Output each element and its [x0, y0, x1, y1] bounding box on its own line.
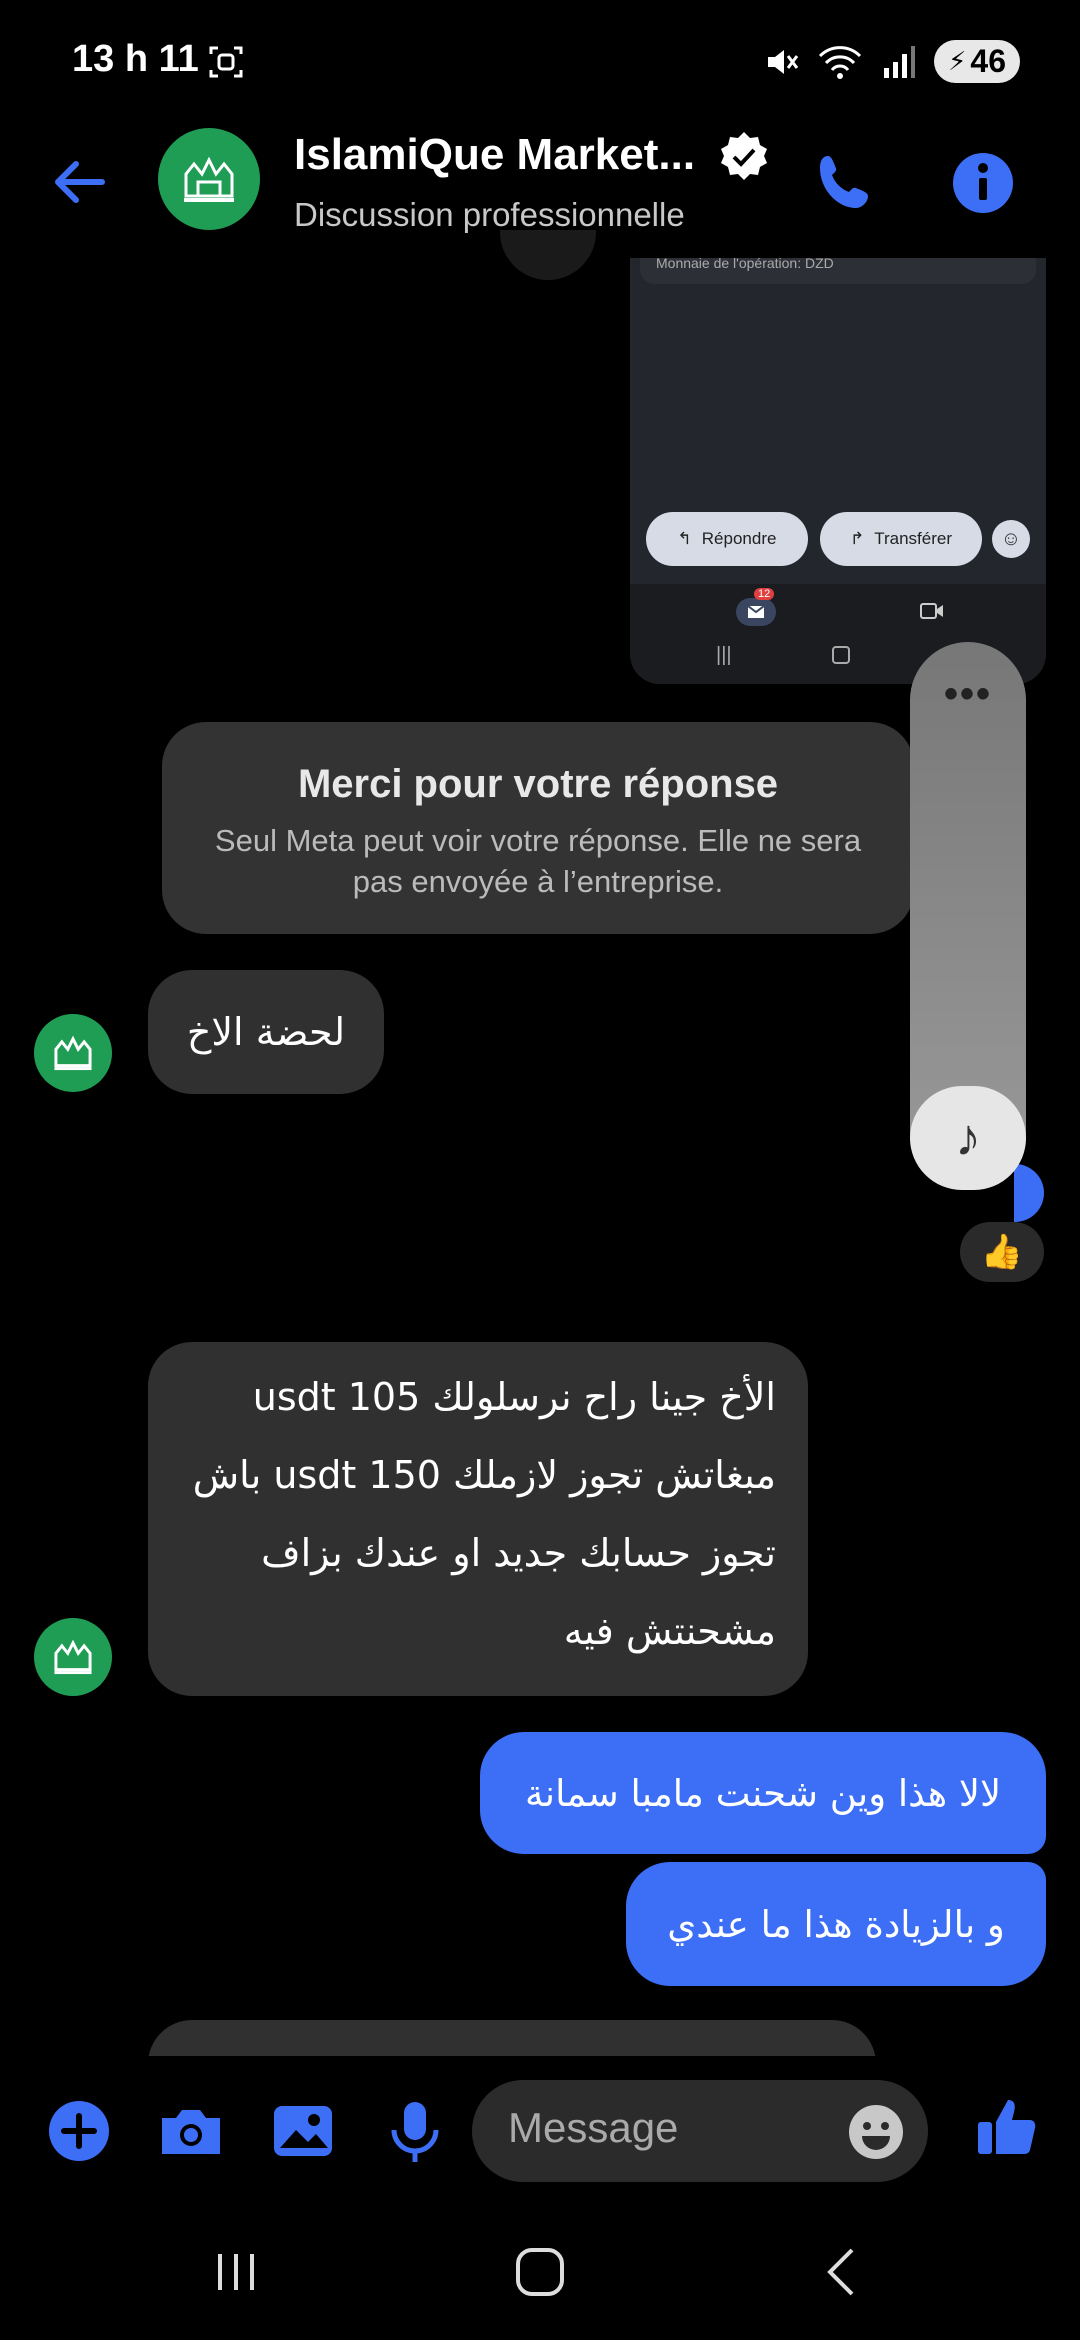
phone-call-icon[interactable] — [810, 148, 880, 218]
battery-indicator: ⚡ 46 — [934, 40, 1020, 83]
message-line: مشحنتش فيه — [563, 1609, 776, 1653]
screenshot-currency-text: Monnaie de l'opération: DZD — [640, 258, 1036, 284]
screenshot-reply-button: ↰ Répondre — [646, 512, 808, 566]
screenshot-forward-label: Transférer — [874, 529, 953, 548]
thumbs-up-reaction[interactable]: 👍 — [960, 1222, 1044, 1282]
gallery-icon[interactable] — [268, 2096, 338, 2166]
verified-badge-icon — [721, 132, 767, 180]
music-note-icon[interactable]: ♪ — [910, 1086, 1026, 1190]
mosque-logo-icon — [54, 1639, 92, 1675]
home-mini-icon — [832, 646, 850, 664]
message-bubble-incoming[interactable]: لحضة الاخ — [148, 970, 384, 1094]
mail-badge: 12 — [754, 588, 775, 600]
partial-image-edge — [500, 230, 596, 280]
screenshot-emoji-icon: ☺ — [992, 520, 1030, 558]
screenshot-forward-button: ↱ Transférer — [820, 512, 982, 566]
message-placeholder: Message — [508, 2104, 679, 2151]
screenshot-icon — [209, 46, 243, 78]
back-nav-icon[interactable] — [814, 2244, 870, 2300]
message-bubble-incoming[interactable]: الأخ جينا راح نرسلولك 105 usdt مبغاتش تج… — [148, 1342, 808, 1696]
screenshot-reply-label: Répondre — [701, 529, 777, 548]
mosque-logo-icon — [54, 1035, 92, 1071]
meta-feedback-card: Merci pour votre réponse Seul Meta peut … — [162, 722, 914, 934]
meta-card-body: Seul Meta peut voir votre réponse. Elle … — [214, 823, 862, 899]
mail-icon — [736, 598, 776, 626]
recent-apps-icon[interactable] — [208, 2244, 264, 2300]
wifi-icon — [819, 45, 862, 79]
mute-icon — [768, 49, 799, 74]
shared-screenshot-image[interactable]: Monnaie de l'opération: DZD ↰ Répondre ↱… — [630, 258, 1046, 684]
mosque-logo-icon — [184, 156, 234, 202]
message-line: مبغاتش تجوز لازملك 150 usdt باش — [192, 1453, 776, 1497]
partial-blue-element — [1014, 1164, 1044, 1222]
sender-avatar[interactable] — [34, 1014, 112, 1092]
more-options-icon[interactable]: ••• — [910, 672, 1026, 717]
message-bubble-outgoing[interactable]: لالا هذا وين شحنت مامبا سمانة — [480, 1732, 1046, 1854]
emoji-icon[interactable] — [848, 2104, 904, 2160]
meta-card-title: Merci pour votre réponse — [297, 762, 779, 806]
business-avatar[interactable] — [158, 128, 260, 230]
conversation-title[interactable]: IslamiQue Market... — [294, 130, 695, 180]
sender-avatar[interactable] — [34, 1618, 112, 1696]
signal-icon — [884, 45, 916, 78]
message-line: تجوز حسابك جديد او عندك بزاف — [261, 1531, 776, 1575]
status-icons: ⚡ 46 — [764, 40, 1020, 83]
recent-apps-mini-icon: ||| — [716, 644, 732, 666]
home-icon[interactable] — [510, 2244, 570, 2300]
video-icon — [920, 603, 943, 619]
microphone-icon[interactable] — [380, 2096, 450, 2166]
forward-icon: ↱ — [849, 529, 865, 548]
plus-icon[interactable] — [44, 2096, 114, 2166]
status-time: 13 h 11 — [72, 38, 199, 80]
conversation-subtitle: Discussion professionnelle — [294, 196, 685, 233]
back-arrow-icon[interactable] — [48, 150, 112, 214]
camera-icon[interactable] — [156, 2096, 226, 2166]
like-icon[interactable] — [972, 2092, 1042, 2162]
reply-icon: ↰ — [677, 529, 692, 548]
info-icon[interactable] — [948, 148, 1018, 218]
message-bubble-outgoing[interactable]: و بالزيادة هذا ما عندي — [626, 1862, 1046, 1986]
message-line: الأخ جينا راح نرسلولك 105 usdt — [252, 1375, 776, 1419]
